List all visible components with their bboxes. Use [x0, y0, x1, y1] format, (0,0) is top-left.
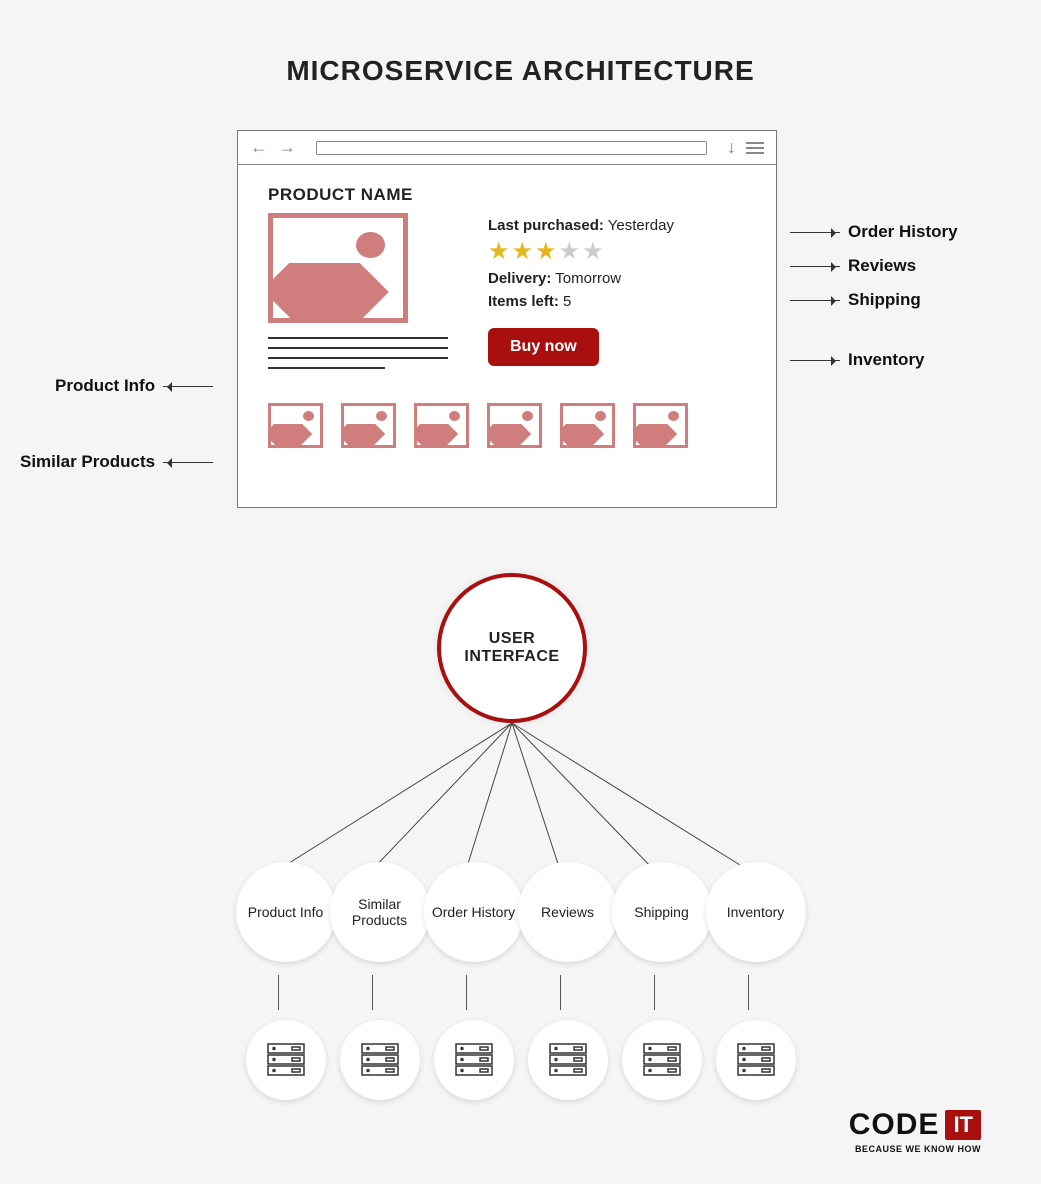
database-icon: [716, 1020, 796, 1100]
user-interface-node: USERINTERFACE: [437, 573, 587, 723]
thumbnail-icon: [341, 403, 396, 448]
database-icon: [434, 1020, 514, 1100]
delivery-value: Tomorrow: [555, 270, 621, 287]
connector-line: [278, 975, 279, 1010]
delivery-label: Delivery:: [488, 270, 551, 287]
service-node: Reviews: [518, 862, 618, 962]
services-row: Product Info Similar Products Order Hist…: [0, 862, 1041, 962]
browser-toolbar: ← → ↓: [238, 131, 776, 165]
service-node: Inventory: [706, 862, 806, 962]
connector-line: [560, 975, 561, 1010]
connector-line: [372, 975, 373, 1010]
last-purchased-label: Last purchased:: [488, 217, 604, 234]
back-icon: ←: [250, 137, 268, 158]
thumbnail-icon: [633, 403, 688, 448]
thumbnail-icon: [268, 403, 323, 448]
codeit-logo: CODE IT BECAUSE WE KNOW HOW: [849, 1108, 981, 1154]
delivery: Delivery: Tomorrow: [488, 270, 746, 287]
label-similar-products: Similar Products: [20, 452, 213, 472]
forward-icon: →: [278, 137, 296, 158]
buy-now-button[interactable]: Buy now: [488, 328, 599, 366]
logo-it-text: IT: [945, 1110, 981, 1140]
label-reviews: Reviews: [790, 256, 916, 276]
connector-line: [466, 975, 467, 1010]
label-shipping: Shipping: [790, 290, 921, 310]
menu-icon: [746, 142, 764, 154]
connector-line: [748, 975, 749, 1010]
items-left: Items left: 5: [488, 293, 746, 310]
thumbnail-icon: [487, 403, 542, 448]
label-order-history: Order History: [790, 222, 958, 242]
similar-products-row: [268, 403, 746, 448]
service-node: Similar Products: [330, 862, 430, 962]
page-title: MICROSERVICE ARCHITECTURE: [0, 0, 1041, 87]
download-icon: ↓: [727, 137, 736, 158]
last-purchased-value: Yesterday: [608, 217, 674, 234]
database-icon: [528, 1020, 608, 1100]
database-icon: [340, 1020, 420, 1100]
product-image-icon: [268, 213, 408, 323]
items-left-label: Items left:: [488, 293, 559, 310]
databases-row: [0, 1020, 1041, 1100]
last-purchased: Last purchased: Yesterday: [488, 217, 746, 234]
connector-line: [654, 975, 655, 1010]
rating-stars: ★★★★★: [488, 240, 746, 264]
browser-window: ← → ↓ PRODUCT NAME Last purchased: Yeste…: [237, 130, 777, 508]
url-bar: [316, 141, 707, 155]
thumbnail-icon: [560, 403, 615, 448]
logo-code-text: CODE: [849, 1108, 940, 1142]
label-inventory: Inventory: [790, 350, 925, 370]
service-node: Product Info: [236, 862, 336, 962]
logo-tagline: BECAUSE WE KNOW HOW: [849, 1144, 981, 1154]
database-icon: [246, 1020, 326, 1100]
items-left-value: 5: [563, 293, 571, 310]
service-node: Shipping: [612, 862, 712, 962]
label-product-info: Product Info: [55, 376, 213, 396]
database-icon: [622, 1020, 702, 1100]
service-node: Order History: [424, 862, 524, 962]
product-name: PRODUCT NAME: [268, 185, 746, 205]
product-description-lines: [268, 337, 448, 369]
thumbnail-icon: [414, 403, 469, 448]
